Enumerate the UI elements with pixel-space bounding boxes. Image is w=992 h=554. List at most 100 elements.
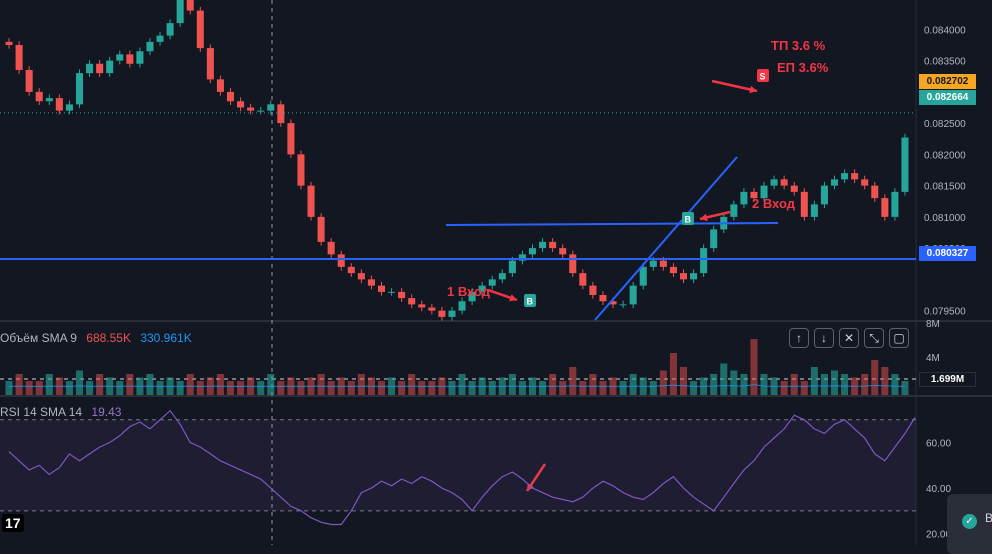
candle-body xyxy=(126,54,134,64)
candle-body xyxy=(549,241,557,249)
candle-body xyxy=(800,191,808,217)
rsi-tick-label: 40.00 xyxy=(926,484,951,495)
candle-body xyxy=(679,273,688,280)
price-tick-label: 0.083500 xyxy=(924,57,966,68)
candle-body xyxy=(106,60,114,74)
volume-bar xyxy=(810,367,818,395)
rsi-label: RSI 14 SMA 14 xyxy=(0,405,83,419)
volume-bar xyxy=(65,381,73,395)
volume-bar xyxy=(750,339,758,395)
volume-bar xyxy=(257,381,265,395)
volume-bar xyxy=(659,370,667,395)
candle-body xyxy=(619,304,627,306)
candle-body xyxy=(357,273,365,280)
candle-body xyxy=(418,304,426,308)
candle-body xyxy=(15,45,23,70)
candle-body xyxy=(55,98,63,111)
volume-bar xyxy=(186,374,194,395)
candle-body xyxy=(639,266,647,286)
chart-canvas[interactable]: 0.084000 0.083500 0.082500 0.082000 0.081500… xyxy=(0,0,992,545)
candle-body xyxy=(297,154,305,186)
toast-text: В xyxy=(985,511,992,525)
candle-body xyxy=(237,101,245,108)
candle-body xyxy=(277,104,285,124)
notification-toast[interactable]: ✓ В xyxy=(947,494,992,554)
volume-bar xyxy=(5,381,13,395)
volume-bar xyxy=(418,381,426,395)
candle-body xyxy=(45,98,53,102)
volume-bar xyxy=(549,374,557,395)
volume-tick-label: 4M xyxy=(926,353,940,364)
volume-bar xyxy=(690,381,698,395)
volume-bar xyxy=(267,374,275,395)
move-up-button[interactable]: ↑ xyxy=(789,328,809,348)
volume-bar xyxy=(146,374,154,395)
volume-bar xyxy=(156,381,164,395)
collapse-pane-button[interactable]: ⤡ xyxy=(864,328,884,348)
candle-body xyxy=(669,266,677,274)
candle-body xyxy=(398,291,406,299)
candle-body xyxy=(116,54,124,61)
remove-indicator-button[interactable]: ✕ xyxy=(839,328,859,348)
candle-body xyxy=(659,260,667,267)
volume-bar xyxy=(86,381,94,395)
volume-value-2: 330.961K xyxy=(140,331,192,345)
candle-body xyxy=(861,179,869,186)
candle-body xyxy=(458,301,466,311)
candle-body xyxy=(226,91,235,102)
candle-body xyxy=(307,185,315,217)
volume-bar xyxy=(216,374,224,395)
volume-bar xyxy=(679,367,688,395)
candle-body xyxy=(5,41,13,45)
candle-body xyxy=(166,23,174,36)
candle-body xyxy=(891,191,899,217)
candle-body xyxy=(136,51,144,64)
volume-bar xyxy=(841,374,849,395)
volume-bar xyxy=(629,374,637,395)
candle-body xyxy=(589,285,597,295)
candle-body xyxy=(830,179,839,186)
candle-body xyxy=(75,73,84,105)
candle-body xyxy=(216,79,224,92)
candle-body xyxy=(700,248,708,274)
rsi-tick-label: 60.00 xyxy=(926,439,951,450)
candle-body xyxy=(780,179,788,186)
candle-body xyxy=(247,107,255,111)
volume-bar xyxy=(75,370,84,395)
candle-body xyxy=(438,310,446,317)
tradingview-logo[interactable]: 17 xyxy=(2,514,24,532)
volume-bar xyxy=(830,370,839,395)
volume-bar xyxy=(569,367,577,395)
candle-body xyxy=(810,204,818,217)
volume-bar xyxy=(891,374,899,395)
volume-legend: Объём SMA 9 688.55K 330.961K xyxy=(0,331,198,345)
candle-body xyxy=(770,179,778,186)
volume-bar xyxy=(458,374,466,395)
candle-body xyxy=(710,229,718,249)
more-button[interactable]: ▢ xyxy=(889,328,909,348)
volume-bar xyxy=(508,374,516,395)
move-down-button[interactable]: ↓ xyxy=(814,328,834,348)
candle-body xyxy=(428,307,436,311)
candle-body xyxy=(790,185,798,192)
candle-body xyxy=(146,41,154,52)
rsi-legend: RSI 14 SMA 14 19.43 xyxy=(0,405,127,419)
candle-body xyxy=(851,173,859,180)
candle-body xyxy=(327,241,335,255)
volume-bar xyxy=(760,374,768,395)
volume-bar xyxy=(468,381,476,395)
volume-bar xyxy=(15,374,23,395)
candle-body xyxy=(388,291,396,293)
volume-bar xyxy=(116,381,124,395)
candle-body xyxy=(317,216,325,242)
volume-bar xyxy=(649,381,657,395)
candle-body xyxy=(377,285,386,292)
indicator-controls: ↑ ↓ ✕ ⤡ ▢ xyxy=(789,328,909,348)
volume-bar xyxy=(820,374,828,395)
candle-body xyxy=(156,35,164,42)
candle-body xyxy=(65,104,73,111)
volume-bar xyxy=(790,374,798,395)
volume-label: Объём SMA 9 xyxy=(0,331,77,345)
volume-bar xyxy=(518,381,526,395)
candle-body xyxy=(176,0,184,24)
